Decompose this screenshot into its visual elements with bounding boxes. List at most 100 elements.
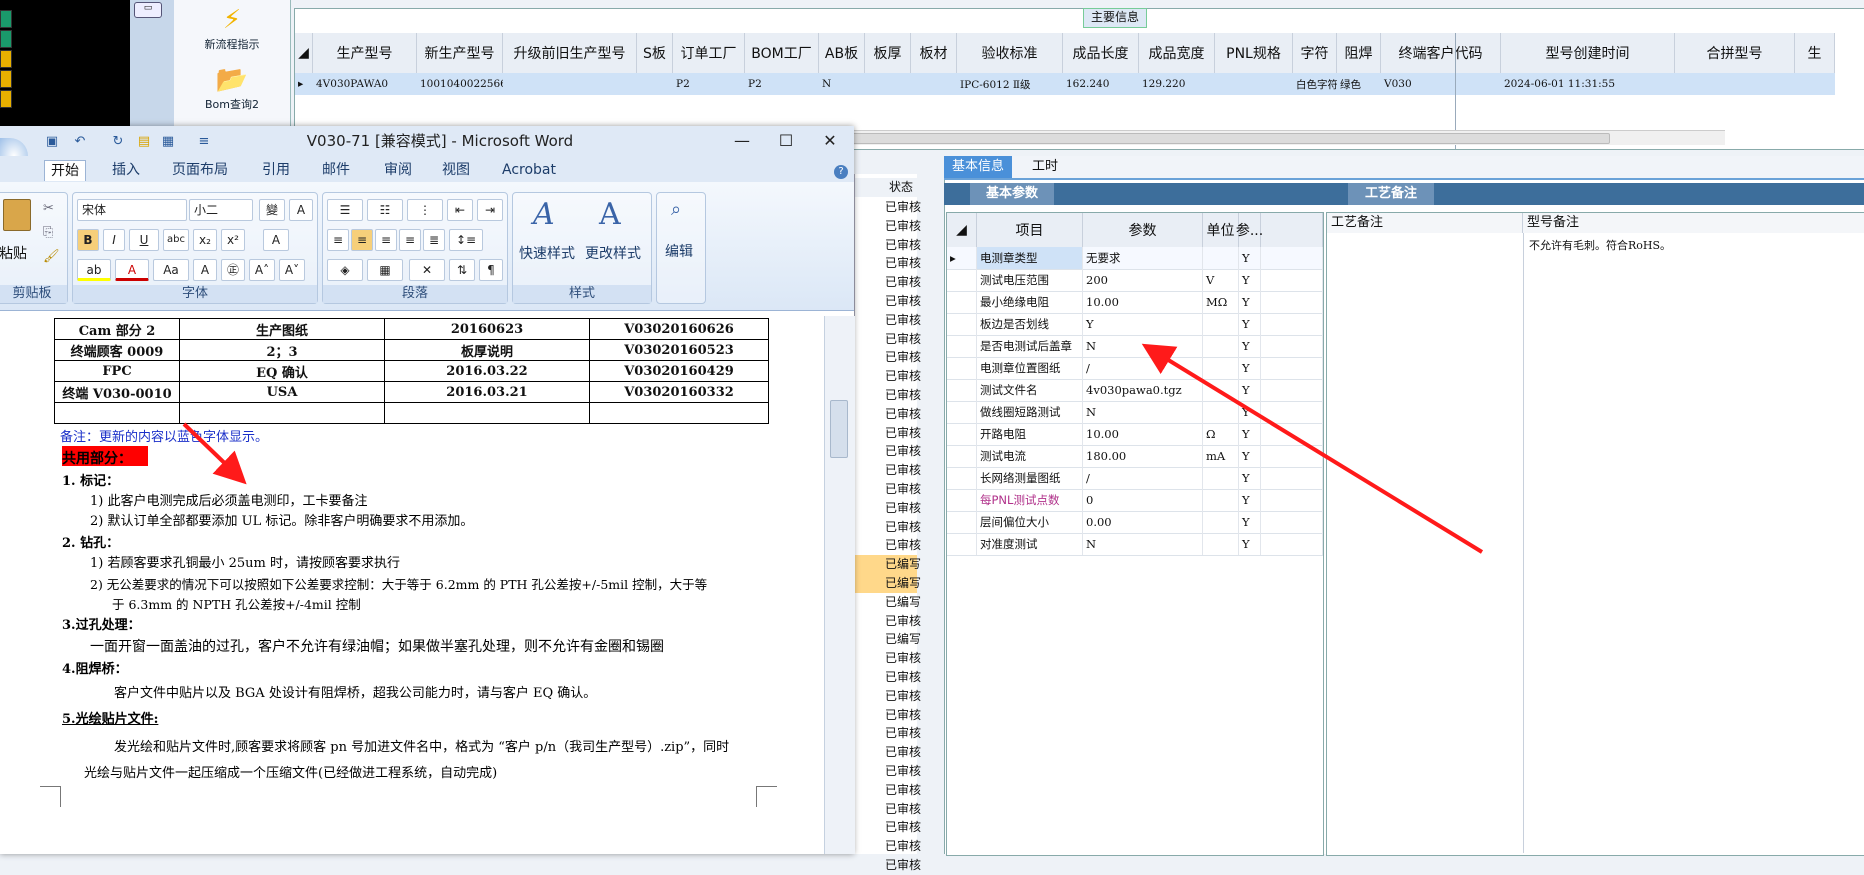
table-cell[interactable]: V03020160332 <box>589 381 769 403</box>
status-item[interactable]: 已审核 <box>855 424 921 443</box>
table-cell[interactable]: 板厚说明 <box>384 339 590 361</box>
bullets-icon[interactable]: ☰ <box>327 199 363 221</box>
bold-button[interactable]: B <box>77 229 99 251</box>
column-header[interactable]: 生产型号 <box>313 33 417 73</box>
char-shading-icon[interactable]: A <box>193 259 217 281</box>
printer-icon[interactable]: ▭ <box>134 2 162 18</box>
param-value[interactable]: 0 <box>1083 489 1203 511</box>
sidebar-cell[interactable] <box>0 70 12 88</box>
sidebar-cell[interactable] <box>0 10 12 28</box>
status-item[interactable]: 已审核 <box>855 367 921 386</box>
numbering-icon[interactable]: ☷ <box>367 199 403 221</box>
status-item[interactable]: 已审核 <box>855 292 921 311</box>
tab-references[interactable]: 引用 <box>262 160 290 180</box>
status-item[interactable]: 已审核 <box>855 236 921 255</box>
param-row[interactable]: 测试文件名 4v030pawa0.tgz Y <box>947 379 1323 402</box>
tab-home[interactable]: 开始 <box>44 160 86 181</box>
tab-mailings[interactable]: 邮件 <box>322 160 350 180</box>
status-item[interactable]: 已审核 <box>855 687 921 706</box>
sort-icon[interactable]: ⇅ <box>449 259 475 281</box>
column-header[interactable]: 新生产型号 <box>417 33 503 73</box>
strikethrough-button[interactable]: abc <box>163 229 189 251</box>
status-item[interactable]: 已审核 <box>855 461 921 480</box>
status-item[interactable]: 已审核 <box>855 480 921 499</box>
tab-view[interactable]: 视图 <box>442 160 470 180</box>
paste-label[interactable]: 粘贴 <box>0 243 27 263</box>
column-header[interactable]: BOM工厂 <box>745 33 819 73</box>
chinese-layout-icon[interactable]: ✕ <box>409 259 445 281</box>
status-item[interactable]: 已审核 <box>855 405 921 424</box>
status-item[interactable]: 已编写 <box>855 555 921 575</box>
column-header[interactable]: 型号创建时间 <box>1501 33 1675 73</box>
main-grid-row[interactable]: ▸4V030PAWA010010400225665P2P2NIPC-6012 Ⅱ… <box>295 73 1835 95</box>
borders-icon[interactable]: ▦ <box>367 259 403 281</box>
param-column-header[interactable]: 项目 <box>977 213 1083 247</box>
grid-cell[interactable]: IPC-6012 Ⅱ级 <box>957 73 1063 95</box>
tab-page-layout[interactable]: 页面布局 <box>172 160 228 180</box>
param-value[interactable]: 10.00 <box>1083 423 1203 445</box>
column-header[interactable]: 升级前旧生产型号 <box>503 33 637 73</box>
table-cell[interactable]: V03020160429 <box>589 360 769 382</box>
param-row[interactable]: 测试电压范围 200 V Y <box>947 269 1323 292</box>
grid-cell[interactable]: 2024-06-01 11:31:55 <box>1501 73 1675 95</box>
status-item[interactable]: 已审核 <box>855 837 921 856</box>
column-header[interactable]: 成品长度 <box>1063 33 1139 73</box>
status-item[interactable]: 已编写 <box>855 574 921 593</box>
decrease-indent-icon[interactable]: ⇤ <box>447 199 473 221</box>
change-style-icon[interactable]: A <box>599 197 621 232</box>
row-selector[interactable] <box>947 379 977 401</box>
column-header[interactable]: 字符 <box>1293 33 1337 73</box>
status-item[interactable]: 已审核 <box>855 706 921 725</box>
column-header[interactable]: 合拼型号 <box>1675 33 1795 73</box>
status-item[interactable]: 已审核 <box>855 743 921 762</box>
status-item[interactable]: 已审核 <box>855 649 921 668</box>
table-cell[interactable]: 2016.03.22 <box>384 360 590 382</box>
show-marks-icon[interactable]: ¶ <box>479 259 503 281</box>
row-selector[interactable] <box>947 445 977 467</box>
column-header[interactable]: 成品宽度 <box>1139 33 1215 73</box>
grid-cell[interactable]: 129.220 <box>1139 73 1215 95</box>
change-case-icon[interactable]: 變 <box>259 199 285 221</box>
row-selector[interactable] <box>947 269 977 291</box>
grid-cell[interactable]: 绿色 <box>1337 73 1381 95</box>
param-value[interactable]: 4v030pawa0.tgz <box>1083 379 1203 401</box>
column-header[interactable]: 板厚 <box>865 33 911 73</box>
tab-acrobat[interactable]: Acrobat <box>502 160 556 180</box>
row-selector[interactable] <box>947 357 977 379</box>
param-value[interactable]: N <box>1083 401 1203 423</box>
table-cell[interactable] <box>54 402 180 424</box>
param-column-header[interactable]: 单位 <box>1203 213 1239 247</box>
quick-style-button[interactable]: 快速样式 <box>519 243 575 263</box>
column-header[interactable]: PNL规格 <box>1215 33 1293 73</box>
status-item[interactable]: 已审核 <box>855 330 921 349</box>
param-value[interactable]: Y <box>1083 313 1203 335</box>
open-icon[interactable]: ▤ <box>136 134 152 150</box>
status-item[interactable]: 已审核 <box>855 818 921 837</box>
tab-basic-params[interactable]: 基本参数 <box>970 183 1054 205</box>
column-header[interactable]: 板材 <box>911 33 957 73</box>
grid-cell[interactable]: 162.240 <box>1063 73 1139 95</box>
multilevel-list-icon[interactable]: ⋮ <box>407 199 443 221</box>
column-header[interactable]: 生 <box>1795 33 1835 73</box>
font-size-select[interactable]: 小二 <box>189 199 253 221</box>
status-item[interactable]: 已审核 <box>855 762 921 781</box>
model-note-text[interactable]: 不允许有毛刺。符合RoHS。 <box>1529 237 1671 253</box>
row-selector[interactable]: ▸ <box>295 73 313 95</box>
minimize-button[interactable]: — <box>720 126 764 156</box>
format-painter-icon[interactable]: 🖌 <box>43 249 60 264</box>
bom-query-button[interactable]: 📂 Bom查询2 <box>174 66 290 112</box>
param-row[interactable]: 板边是否划线 Y Y <box>947 313 1323 336</box>
param-value[interactable]: 10.00 <box>1083 291 1203 313</box>
status-item[interactable]: 已编写 <box>855 593 921 612</box>
superscript-button[interactable]: x² <box>221 229 245 251</box>
line-spacing-icon[interactable]: ↕≡ <box>449 229 483 251</box>
table-cell[interactable]: 20160623 <box>384 318 590 340</box>
char-scale-icon[interactable]: Aa <box>153 259 189 281</box>
tab-craft-notes[interactable]: 工艺备注 <box>1348 183 1434 205</box>
column-header[interactable]: 阻焊 <box>1337 33 1381 73</box>
grid-cell[interactable]: 白色字符 <box>1293 73 1337 95</box>
param-row[interactable]: 长网络测量图纸 / Y <box>947 467 1323 490</box>
status-item[interactable]: 已审核 <box>855 856 921 875</box>
enclose-char-icon[interactable]: ㊣ <box>221 259 245 281</box>
table-cell[interactable]: 生产图纸 <box>179 318 385 340</box>
